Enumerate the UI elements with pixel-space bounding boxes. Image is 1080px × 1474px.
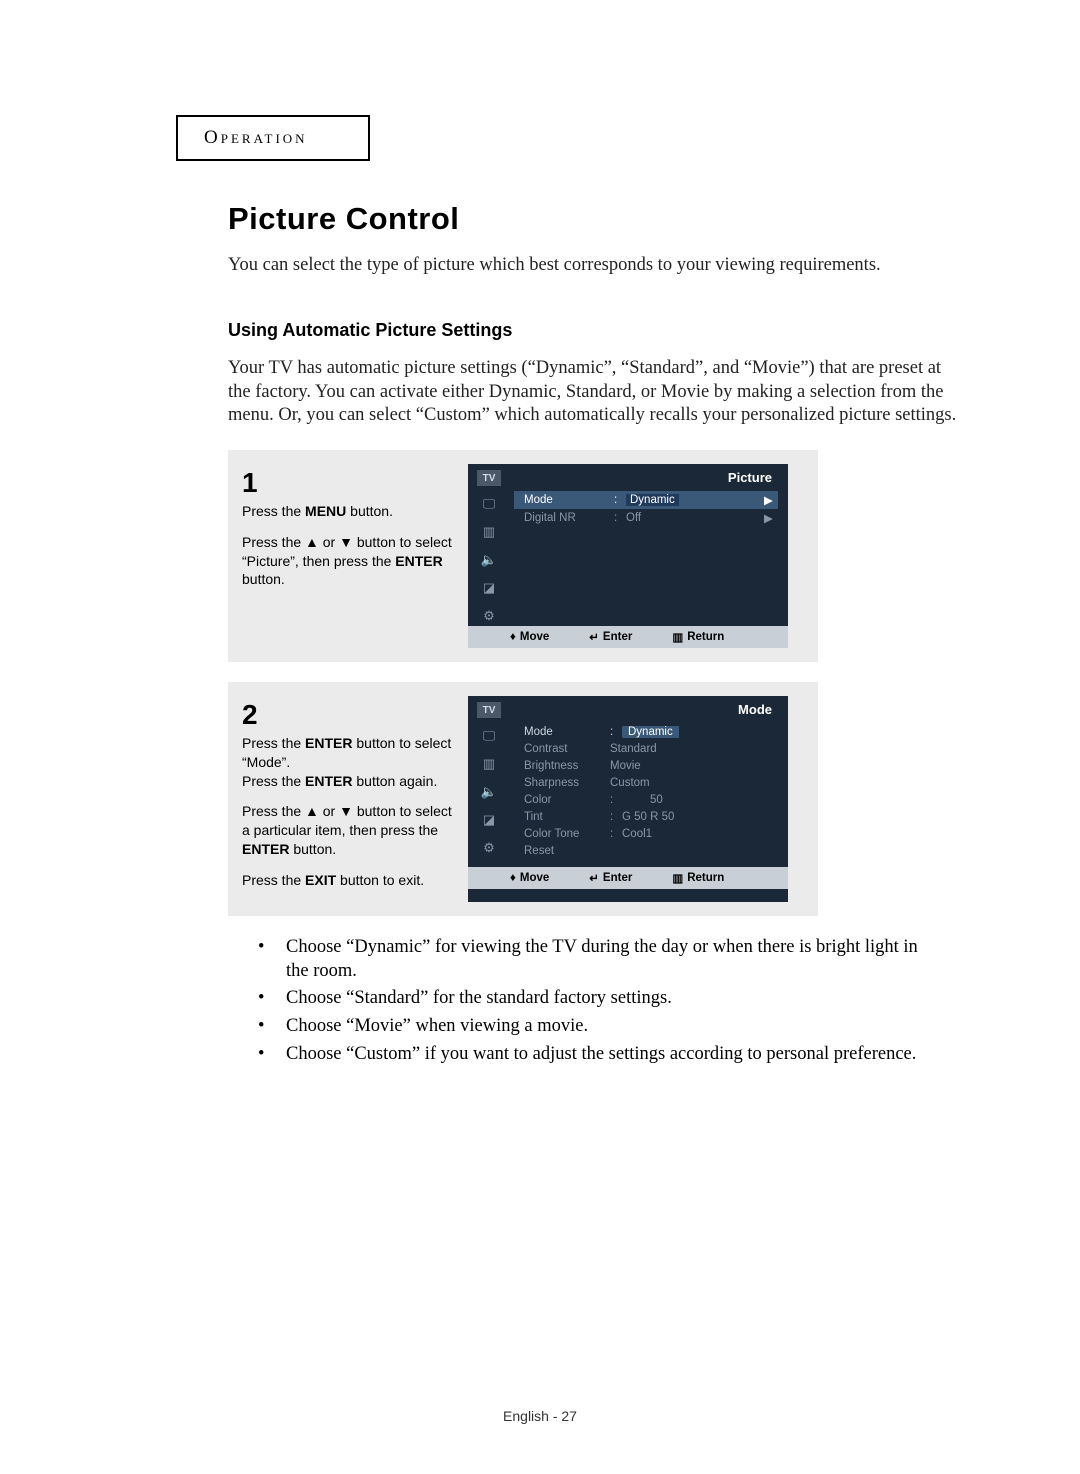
arrow-right-icon: ▶ xyxy=(764,493,778,507)
osd-row-value: Off xyxy=(626,512,764,524)
osd-row-label: Reset xyxy=(514,845,610,857)
list-item: Choose “Standard” for the standard facto… xyxy=(254,987,930,1011)
osd-row: Tint : G 50 R 50 xyxy=(514,808,778,825)
osd-row-label: Digital NR xyxy=(514,512,614,524)
step-line: Press the MENU button. xyxy=(242,502,452,521)
osd-title: Picture xyxy=(514,470,778,485)
channel-icon: ◪ xyxy=(479,810,499,830)
speaker-icon: 🔈 xyxy=(479,782,499,802)
page-number: English - 27 xyxy=(0,1408,1080,1424)
section-tab: Operation xyxy=(176,115,370,161)
osd-row-label: Sharpness xyxy=(514,777,610,789)
osd-row: Digital NR : Off ▶ xyxy=(514,509,778,527)
body-text: Your TV has automatic picture settings (… xyxy=(228,357,960,428)
osd-row: Brightness Movie xyxy=(514,757,778,774)
osd-row-value: G 50 R 50 xyxy=(622,811,778,823)
intro-text: You can select the type of picture which… xyxy=(228,255,970,276)
osd-row-value: Cool1 xyxy=(622,828,778,840)
arrow-right-icon: ▶ xyxy=(764,511,778,525)
osd-row: Color : 50 xyxy=(514,791,778,808)
osd-row-value: Standard xyxy=(610,743,778,755)
bullet-list: Choose “Dynamic” for viewing the TV duri… xyxy=(254,936,930,1066)
channel-icon: ◪ xyxy=(479,578,499,598)
osd-colon: : xyxy=(610,726,622,738)
step-line: Press the ▲ or ▼ button to select a part… xyxy=(242,802,452,859)
step-instructions: 1 Press the MENU button. Press the ▲ or … xyxy=(242,464,452,648)
setup-icon: ⚙ xyxy=(479,606,499,626)
setup-icon: ⚙ xyxy=(479,838,499,858)
step-block: 1 Press the MENU button. Press the ▲ or … xyxy=(228,450,818,662)
list-item: Choose “Dynamic” for viewing the TV duri… xyxy=(254,936,930,983)
osd-colon: : xyxy=(610,828,622,840)
osd-screenshot: TV 🖵 ▥ 🔈 ◪ ⚙ Mode Mode : Dynamic Contra xyxy=(468,696,788,902)
osd-colon: : xyxy=(610,811,622,823)
osd-colon: : xyxy=(610,794,622,806)
osd-row-label: Tint xyxy=(514,811,610,823)
osd-screenshot: TV 🖵 ▥ 🔈 ◪ ⚙ Picture Mode : Dynamic ▶ xyxy=(468,464,788,648)
osd-return-hint: ▥ Return xyxy=(672,630,724,644)
osd-row-value: Movie xyxy=(610,760,778,772)
osd-row-value: Custom xyxy=(610,777,778,789)
list-item: Choose “Custom” if you want to adjust th… xyxy=(254,1043,930,1067)
osd-nav-bar: ♦ Move ↵ Enter ▥ Return xyxy=(468,626,788,648)
page-title: Picture Control xyxy=(228,201,970,237)
osd-row-label: Color xyxy=(514,794,610,806)
osd-row: Contrast Standard xyxy=(514,740,778,757)
step-block: 2 Press the ENTER button to select “Mode… xyxy=(228,682,818,916)
osd-row: Sharpness Custom xyxy=(514,774,778,791)
step-line: Press the ENTER button to select “Mode”.… xyxy=(242,734,452,791)
osd-move-hint: ♦ Move xyxy=(510,872,549,884)
osd-row-value: 50 xyxy=(622,794,778,806)
step-line: Press the ▲ or ▼ button to select “Pictu… xyxy=(242,533,452,590)
sound-icon-bar: ▥ xyxy=(479,754,499,774)
step-line: Press the EXIT button to exit. xyxy=(242,871,452,890)
osd-row-label: Mode xyxy=(514,494,614,506)
section-tab-text: Operation xyxy=(204,127,308,148)
tv-icon: TV xyxy=(477,702,501,718)
osd-row-label: Brightness xyxy=(514,760,610,772)
osd-icon-column: TV 🖵 ▥ 🔈 ◪ ⚙ xyxy=(468,696,510,867)
step-instructions: 2 Press the ENTER button to select “Mode… xyxy=(242,696,452,902)
osd-row-value: Dynamic xyxy=(626,494,679,506)
osd-row-value: Dynamic xyxy=(622,726,679,738)
osd-return-hint: ▥ Return xyxy=(672,871,724,885)
osd-row: Color Tone : Cool1 xyxy=(514,825,778,842)
tv-icon: TV xyxy=(477,470,501,486)
osd-row: Mode : Dynamic ▶ xyxy=(514,491,778,509)
picture-icon: 🖵 xyxy=(479,494,499,514)
osd-row-label: Contrast xyxy=(514,743,610,755)
osd-title: Mode xyxy=(514,702,778,717)
osd-enter-hint: ↵ Enter xyxy=(589,630,632,644)
osd-colon: : xyxy=(614,512,626,524)
step-number: 2 xyxy=(242,696,452,734)
osd-icon-column: TV 🖵 ▥ 🔈 ◪ ⚙ xyxy=(468,464,510,626)
sound-icon-bar: ▥ xyxy=(479,522,499,542)
osd-row: Reset xyxy=(514,842,778,859)
subheading: Using Automatic Picture Settings xyxy=(228,320,970,341)
speaker-icon: 🔈 xyxy=(479,550,499,570)
osd-nav-bar: ♦ Move ↵ Enter ▥ Return xyxy=(468,867,788,889)
osd-move-hint: ♦ Move xyxy=(510,631,549,643)
osd-row-label: Mode xyxy=(514,726,610,738)
osd-row: Mode : Dynamic xyxy=(514,723,778,740)
picture-icon: 🖵 xyxy=(479,726,499,746)
osd-enter-hint: ↵ Enter xyxy=(589,871,632,885)
osd-colon: : xyxy=(614,494,626,506)
osd-row-label: Color Tone xyxy=(514,828,610,840)
list-item: Choose “Movie” when viewing a movie. xyxy=(254,1015,930,1039)
step-number: 1 xyxy=(242,464,452,502)
